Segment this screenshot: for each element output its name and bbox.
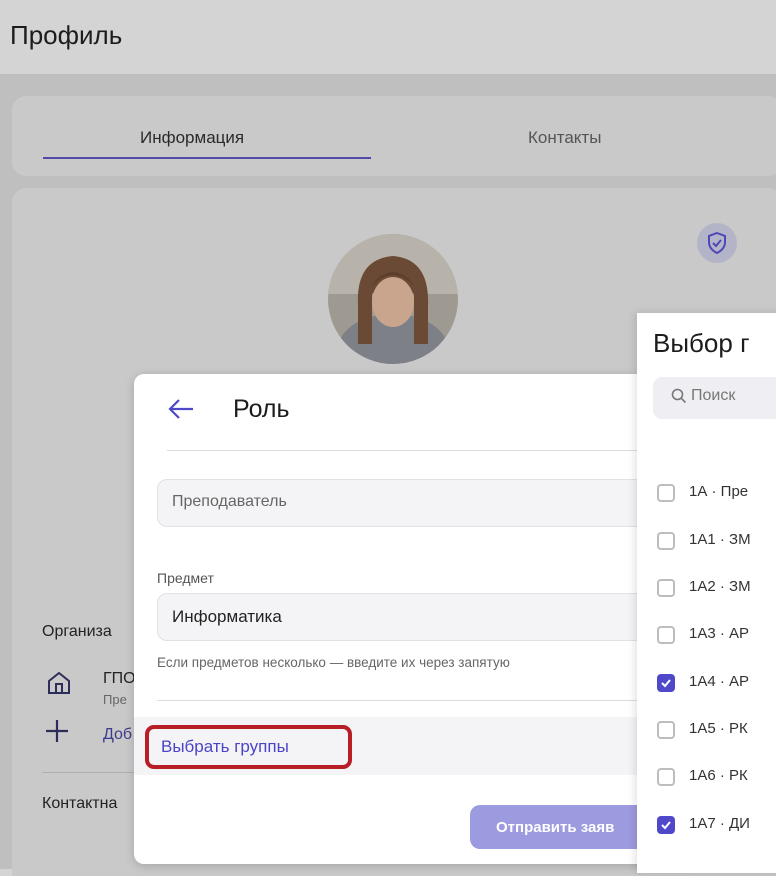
tabs-card [12,96,776,176]
group-item[interactable]: 1А4 · АР [637,671,776,701]
page-title: Профиль [10,20,123,50]
organization-subtitle: Пре [103,692,127,707]
organization-name: ГПО [103,670,136,687]
search-icon [671,388,687,409]
checkbox[interactable] [657,484,675,502]
plus-icon[interactable] [44,718,70,749]
tab-information[interactable]: Информация [140,128,244,148]
group-item[interactable]: 1А2 · ЗМ [637,576,776,606]
group-label: 1А5 · РК [689,720,748,737]
groups-panel-title: Выбор г [653,328,750,358]
group-item[interactable]: 1А6 · РК [637,765,776,795]
search-placeholder: Поиск [691,387,736,404]
subject-label: Предмет [157,570,214,586]
add-organization-link[interactable]: Доб [103,726,132,744]
building-icon [46,670,72,701]
group-item[interactable]: 1А1 · ЗМ [637,529,776,559]
checkbox-checked[interactable] [657,816,675,834]
checkbox[interactable] [657,768,675,786]
group-label: 1А4 · АР [689,673,750,690]
subject-hint: Если предметов несколько — введите их че… [157,655,510,670]
shield-check-icon[interactable] [697,223,737,263]
divider [157,700,687,701]
role-dialog-title: Роль [233,395,290,423]
organization-section-label: Организа [42,623,112,640]
group-item[interactable]: 1А5 · РК [637,718,776,748]
subject-input-value: Информатика [172,607,282,626]
group-item[interactable]: 1А3 · АР [637,623,776,653]
group-label: 1А7 · ДИ [689,815,750,832]
checkbox[interactable] [657,532,675,550]
back-arrow-icon[interactable] [167,397,195,426]
group-item[interactable]: 1А7 · ДИ [637,813,776,843]
contacts-section-label: Контактна [42,795,118,812]
divider [167,450,687,451]
active-tab-indicator [43,157,371,159]
groups-panel: Выбор г Поиск 1А · Пре 1А1 · ЗМ 1А2 · ЗМ… [637,313,776,873]
role-field-value: Преподаватель [172,493,287,510]
group-item[interactable]: 1А · Пре [637,481,776,511]
checkbox[interactable] [657,721,675,739]
group-label: 1А3 · АР [689,625,750,642]
checkbox[interactable] [657,579,675,597]
checkbox-checked[interactable] [657,674,675,692]
group-label: 1А1 · ЗМ [689,531,751,548]
group-label: 1А · Пре [689,483,749,500]
group-label: 1А2 · ЗМ [689,578,751,595]
highlight-box [145,725,352,769]
avatar[interactable] [328,234,458,364]
checkbox[interactable] [657,626,675,644]
tab-contacts[interactable]: Контакты [528,128,601,148]
group-label: 1А6 · РК [689,767,748,784]
